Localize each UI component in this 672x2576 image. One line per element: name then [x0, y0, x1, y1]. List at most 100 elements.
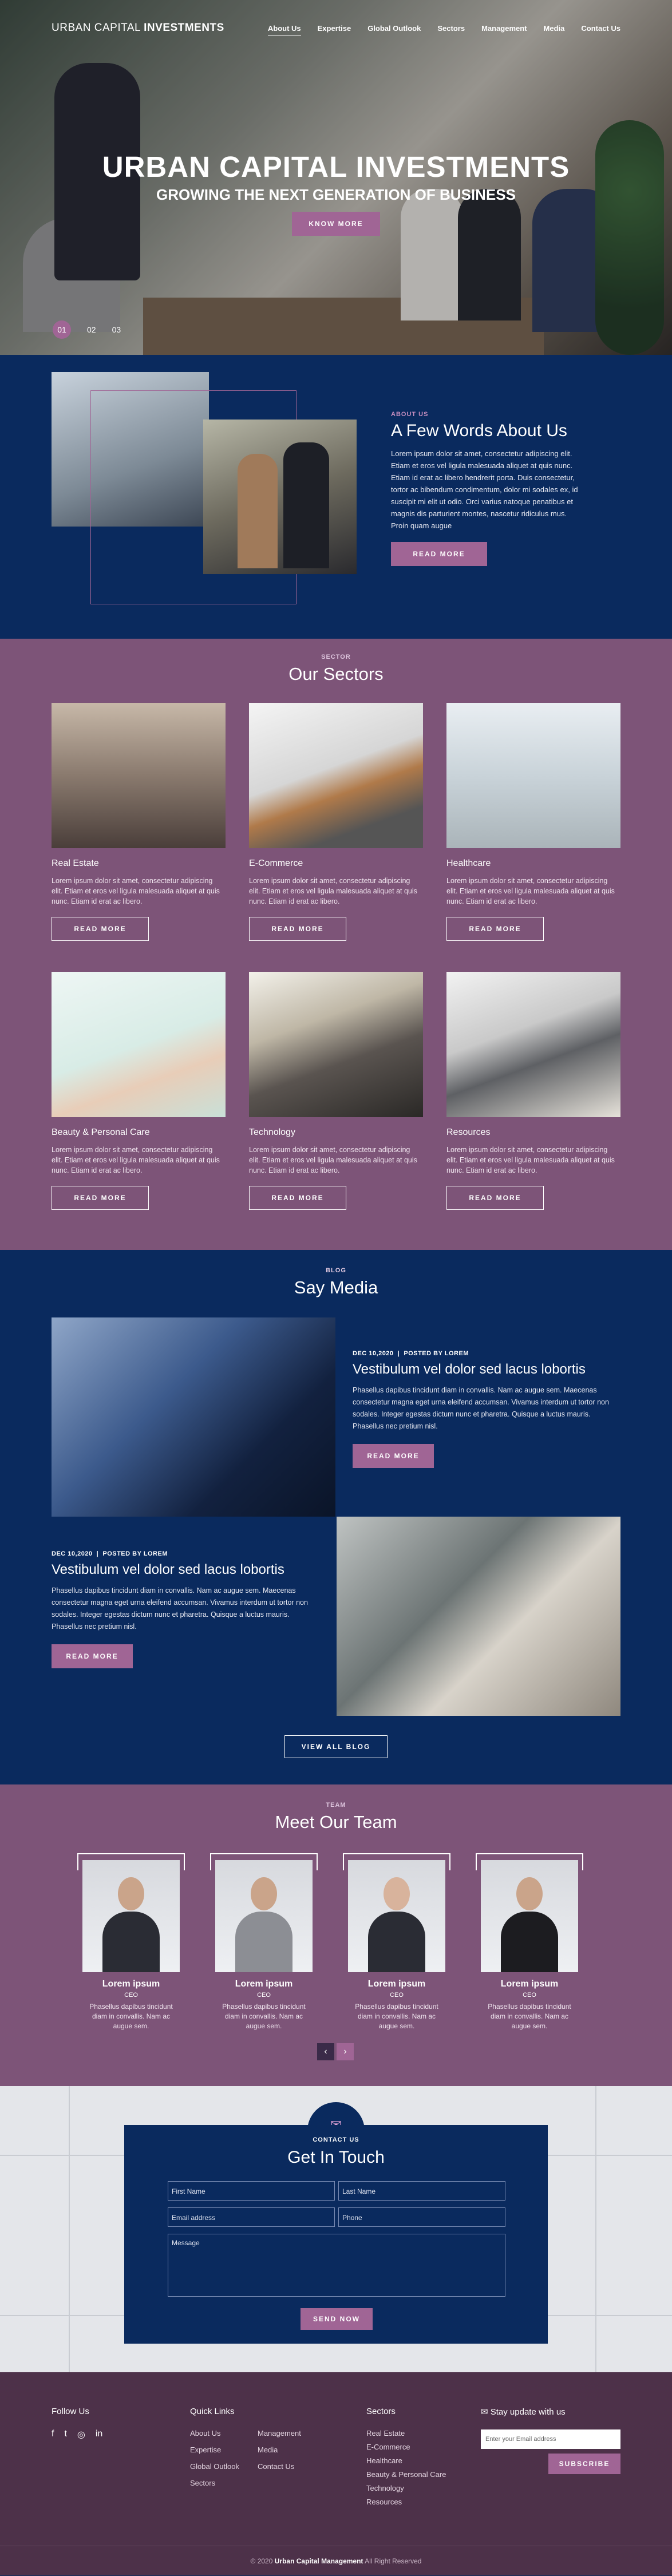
message-field[interactable]: Message	[168, 2234, 505, 2297]
twitter-icon[interactable]: t	[64, 2429, 66, 2440]
team-member-card: Lorem ipsum CEO Phasellus dapibus tincid…	[343, 1853, 450, 2031]
footer-sector-link[interactable]: Resources	[366, 2498, 446, 2506]
first-name-field[interactable]: First Name	[168, 2181, 335, 2201]
team-heading: TEAM Meet Our Team	[0, 1784, 672, 1833]
copyright: © 2020 Urban Capital Management All Righ…	[0, 2546, 672, 2575]
contact-title: Get In Touch	[287, 2148, 385, 2167]
slide-1-dot[interactable]: 01	[53, 320, 71, 339]
member-photo	[481, 1860, 578, 1972]
healthcare-image	[446, 703, 620, 848]
facebook-icon[interactable]: f	[52, 2429, 54, 2440]
subscribe-button[interactable]: SUBSCRIBE	[548, 2454, 620, 2474]
footer-link[interactable]: Global Outlook	[190, 2462, 258, 2471]
footer-sector-link[interactable]: E-Commerce	[366, 2443, 446, 2451]
instagram-icon[interactable]: ◎	[77, 2429, 85, 2440]
nav-sectors[interactable]: Sectors	[437, 24, 465, 35]
footer-sector-link[interactable]: Beauty & Personal Care	[366, 2470, 446, 2479]
nav-management[interactable]: Management	[481, 24, 527, 35]
site-header: URBAN CAPITAL INVESTMENTS About Us Exper…	[0, 0, 672, 56]
footer-link[interactable]: Expertise	[190, 2446, 258, 2454]
footer-sector-link[interactable]: Real Estate	[366, 2429, 446, 2437]
phone-field[interactable]: Phone	[338, 2207, 505, 2227]
map-road	[595, 2086, 596, 2372]
sectors-heading: SECTOR Our Sectors	[0, 639, 672, 684]
sector-read-more-button[interactable]: READ MORE	[52, 917, 149, 941]
footer-link[interactable]: Contact Us	[258, 2462, 325, 2471]
footer-sector-link[interactable]: Healthcare	[366, 2456, 446, 2465]
team-kicker: TEAM	[326, 1802, 346, 1809]
know-more-button[interactable]: KNOW MORE	[292, 212, 380, 236]
member-role: CEO	[124, 1992, 138, 1999]
footer-link[interactable]: Sectors	[190, 2479, 258, 2487]
post-body: Phasellus dapibus tincidunt diam in conv…	[52, 1586, 308, 1631]
about-title: A Few Words About Us	[391, 421, 567, 440]
sector-read-more-button[interactable]: READ MORE	[446, 1186, 544, 1210]
about-read-more-button[interactable]: READ MORE	[391, 542, 487, 566]
sector-read-more-button[interactable]: READ MORE	[446, 917, 544, 941]
blog-post-1-image[interactable]	[52, 1317, 335, 1517]
send-now-button[interactable]: SEND NOW	[301, 2308, 373, 2330]
slider-dots: 01 02 03	[53, 320, 121, 339]
footer-newsletter: ✉ Stay update with us Enter your Email a…	[481, 2407, 620, 2474]
footer-link[interactable]: About Us	[190, 2429, 258, 2437]
blog-post-2-image[interactable]	[337, 1517, 620, 1716]
brand-logo[interactable]: URBAN CAPITAL INVESTMENTS	[52, 22, 224, 34]
copyright-pre: © 2020	[250, 2557, 275, 2565]
sectors-kicker: SECTOR	[321, 654, 351, 660]
post-author: POSTED BY LOREM	[404, 1350, 469, 1357]
post-author: POSTED BY LOREM	[102, 1550, 168, 1557]
next-arrow-icon[interactable]: ›	[337, 2043, 354, 2060]
nav-expertise[interactable]: Expertise	[318, 24, 351, 35]
nav-contact[interactable]: Contact Us	[581, 24, 620, 35]
post-meta: DEC 10,2020 | POSTED BY LOREM	[52, 1550, 168, 1557]
team-members: Lorem ipsum CEO Phasellus dapibus tincid…	[77, 1853, 583, 2031]
copyright-post: All Right Reserved	[363, 2557, 422, 2565]
sector-read-more-button[interactable]: READ MORE	[52, 1186, 149, 1210]
footer-follow: Follow Us f t ◎ in	[52, 2407, 102, 2440]
contact-form-box: CONTACT US Get In Touch First Name Last …	[124, 2125, 548, 2344]
newsletter-title: ✉ Stay update with us	[481, 2407, 620, 2417]
footer-sector-link[interactable]: Technology	[366, 2484, 446, 2492]
footer-link[interactable]: Media	[258, 2446, 325, 2454]
hero-title: URBAN CAPITAL INVESTMENTS	[102, 151, 570, 183]
post-title[interactable]: Vestibulum vel dolor sed lacus lobortis	[353, 1362, 622, 1378]
sector-body: Lorem ipsum dolor sit amet, consectetur …	[52, 877, 220, 905]
team-member-card: Lorem ipsum CEO Phasellus dapibus tincid…	[210, 1853, 318, 2031]
member-role: CEO	[523, 1992, 536, 1999]
slide-3-dot[interactable]: 03	[112, 325, 121, 334]
mail-icon: ✉	[481, 2407, 488, 2417]
hero-subtitle: GROWING THE NEXT GENERATION OF BUSINESS	[156, 186, 516, 203]
team-member-card: Lorem ipsum CEO Phasellus dapibus tincid…	[476, 1853, 583, 2031]
linkedin-icon[interactable]: in	[96, 2429, 102, 2440]
quick-links-title: Quick Links	[190, 2407, 235, 2416]
prev-arrow-icon[interactable]: ‹	[317, 2043, 334, 2060]
about-section: ABOUT US A Few Words About Us Lorem ipsu…	[0, 355, 672, 639]
last-name-field[interactable]: Last Name	[338, 2181, 505, 2201]
sector-name: E-Commerce	[249, 858, 303, 868]
member-bio: Phasellus dapibus tincidunt diam in conv…	[488, 2003, 571, 2030]
media-kicker: BLOG	[326, 1267, 346, 1274]
sector-name: Resources	[446, 1127, 491, 1137]
view-all-blog-button[interactable]: VIEW ALL BLOG	[284, 1735, 388, 1758]
post-title[interactable]: Vestibulum vel dolor sed lacus lobortis	[52, 1562, 321, 1578]
sector-name: Real Estate	[52, 858, 99, 868]
ecommerce-image	[249, 703, 423, 848]
sector-read-more-button[interactable]: READ MORE	[249, 917, 346, 941]
nav-global-outlook[interactable]: Global Outlook	[367, 24, 421, 35]
post-date: DEC 10,2020	[353, 1350, 394, 1357]
email-field[interactable]: Email address	[168, 2207, 335, 2227]
sector-body: Lorem ipsum dolor sit amet, consectetur …	[249, 877, 417, 905]
nav-about[interactable]: About Us	[267, 24, 301, 35]
technology-image	[249, 972, 423, 1117]
beauty-image	[52, 972, 226, 1117]
media-heading: BLOG Say Media	[0, 1250, 672, 1298]
footer-link[interactable]: Management	[258, 2429, 325, 2437]
sector-read-more-button[interactable]: READ MORE	[249, 1186, 346, 1210]
sectors-title: Our Sectors	[288, 664, 384, 684]
newsletter-email-input[interactable]: Enter your Email address	[481, 2429, 620, 2449]
post-read-more-button[interactable]: READ MORE	[52, 1644, 133, 1668]
member-role: CEO	[390, 1992, 404, 1999]
slide-2-dot[interactable]: 02	[87, 325, 96, 334]
nav-media[interactable]: Media	[544, 24, 565, 35]
post-read-more-button[interactable]: READ MORE	[353, 1444, 434, 1468]
